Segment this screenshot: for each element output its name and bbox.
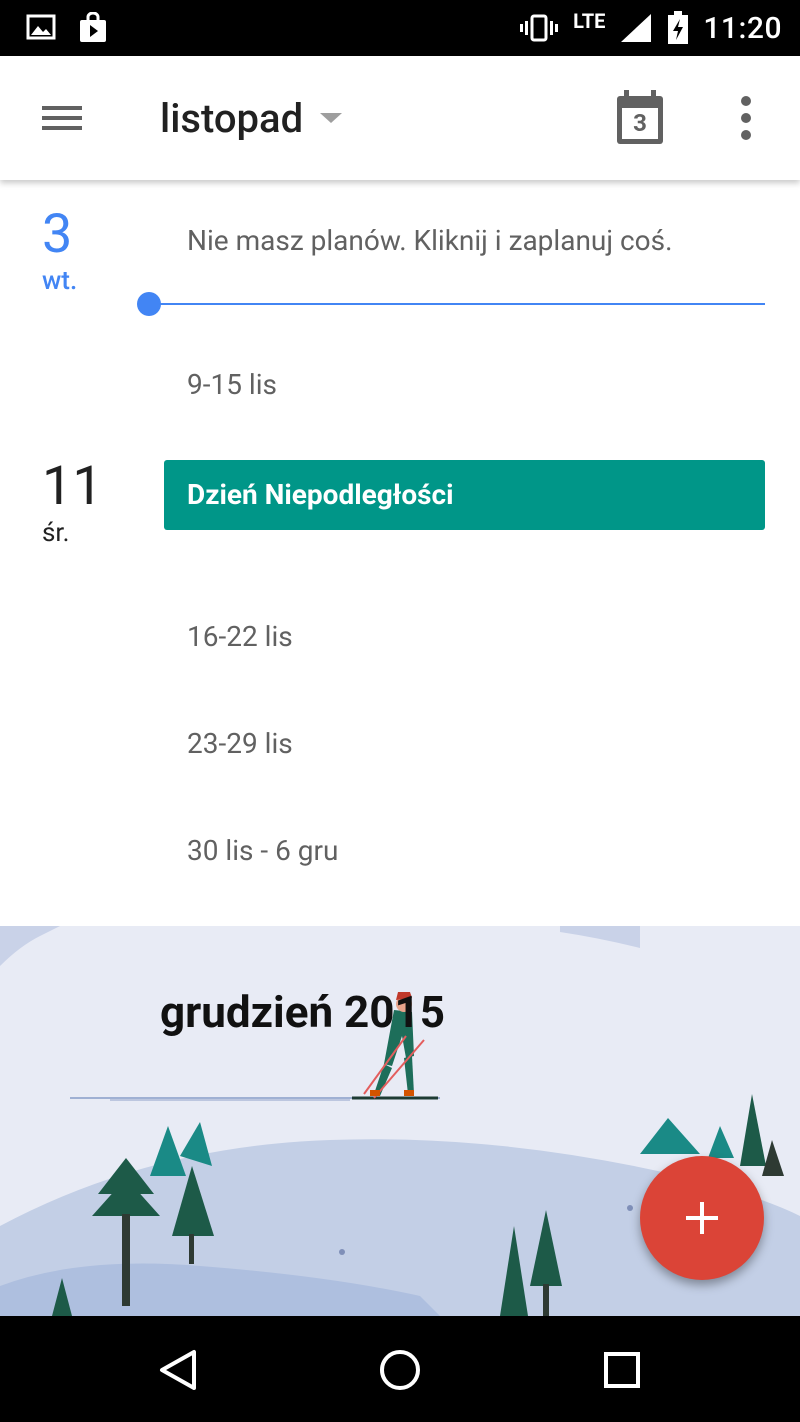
signal-icon — [621, 14, 652, 42]
home-button[interactable] — [376, 1346, 424, 1394]
shopping-bag-icon — [80, 12, 106, 42]
network-type-label: LTE — [573, 9, 606, 33]
battery-charging-icon — [668, 11, 689, 44]
clock: 11:20 — [703, 10, 782, 46]
navigation-bar — [0, 1316, 800, 1422]
day-weekday: śr. — [42, 518, 70, 548]
dropdown-arrow-icon — [320, 113, 343, 123]
plus-icon — [686, 1202, 718, 1234]
status-bar: LTE 11:20 — [0, 0, 800, 56]
menu-button[interactable] — [30, 86, 94, 150]
overflow-menu-button[interactable] — [726, 88, 766, 148]
day-number: 3 — [42, 203, 73, 266]
menu-icon — [42, 106, 82, 130]
vibrate-icon — [520, 14, 559, 42]
recents-button[interactable] — [598, 1346, 646, 1394]
app-bar: listopad 3 — [0, 56, 800, 180]
month-selector[interactable]: listopad — [160, 84, 343, 152]
more-vert-icon — [741, 96, 751, 140]
home-icon — [380, 1350, 420, 1390]
today-button[interactable]: 3 — [612, 88, 668, 148]
back-button[interactable] — [154, 1346, 202, 1394]
day-number: 11 — [42, 455, 103, 518]
current-time-line — [148, 303, 765, 305]
event-title: Dzień Niepodległości — [187, 478, 454, 511]
recents-icon — [604, 1352, 640, 1388]
add-event-button[interactable] — [640, 1156, 764, 1280]
week-header: 30 lis - 6 gru — [187, 834, 339, 867]
page-title: listopad — [160, 94, 304, 142]
agenda-list[interactable]: 3 wt. Nie masz planów. Kliknij i zaplanu… — [0, 180, 800, 926]
empty-day-message[interactable]: Nie masz planów. Kliknij i zaplanuj coś. — [187, 224, 672, 257]
today-date-label: 3 — [633, 109, 647, 137]
week-header: 9-15 lis — [187, 368, 277, 401]
week-header: 16-22 lis — [187, 620, 293, 653]
back-icon — [160, 1350, 196, 1390]
current-time-indicator — [137, 292, 161, 316]
week-header: 23-29 lis — [187, 727, 293, 760]
month-title: grudzień 2015 — [160, 986, 446, 1038]
day-weekday: wt. — [42, 266, 78, 296]
event-chip[interactable]: Dzień Niepodległości — [164, 460, 765, 530]
image-icon — [26, 14, 56, 40]
